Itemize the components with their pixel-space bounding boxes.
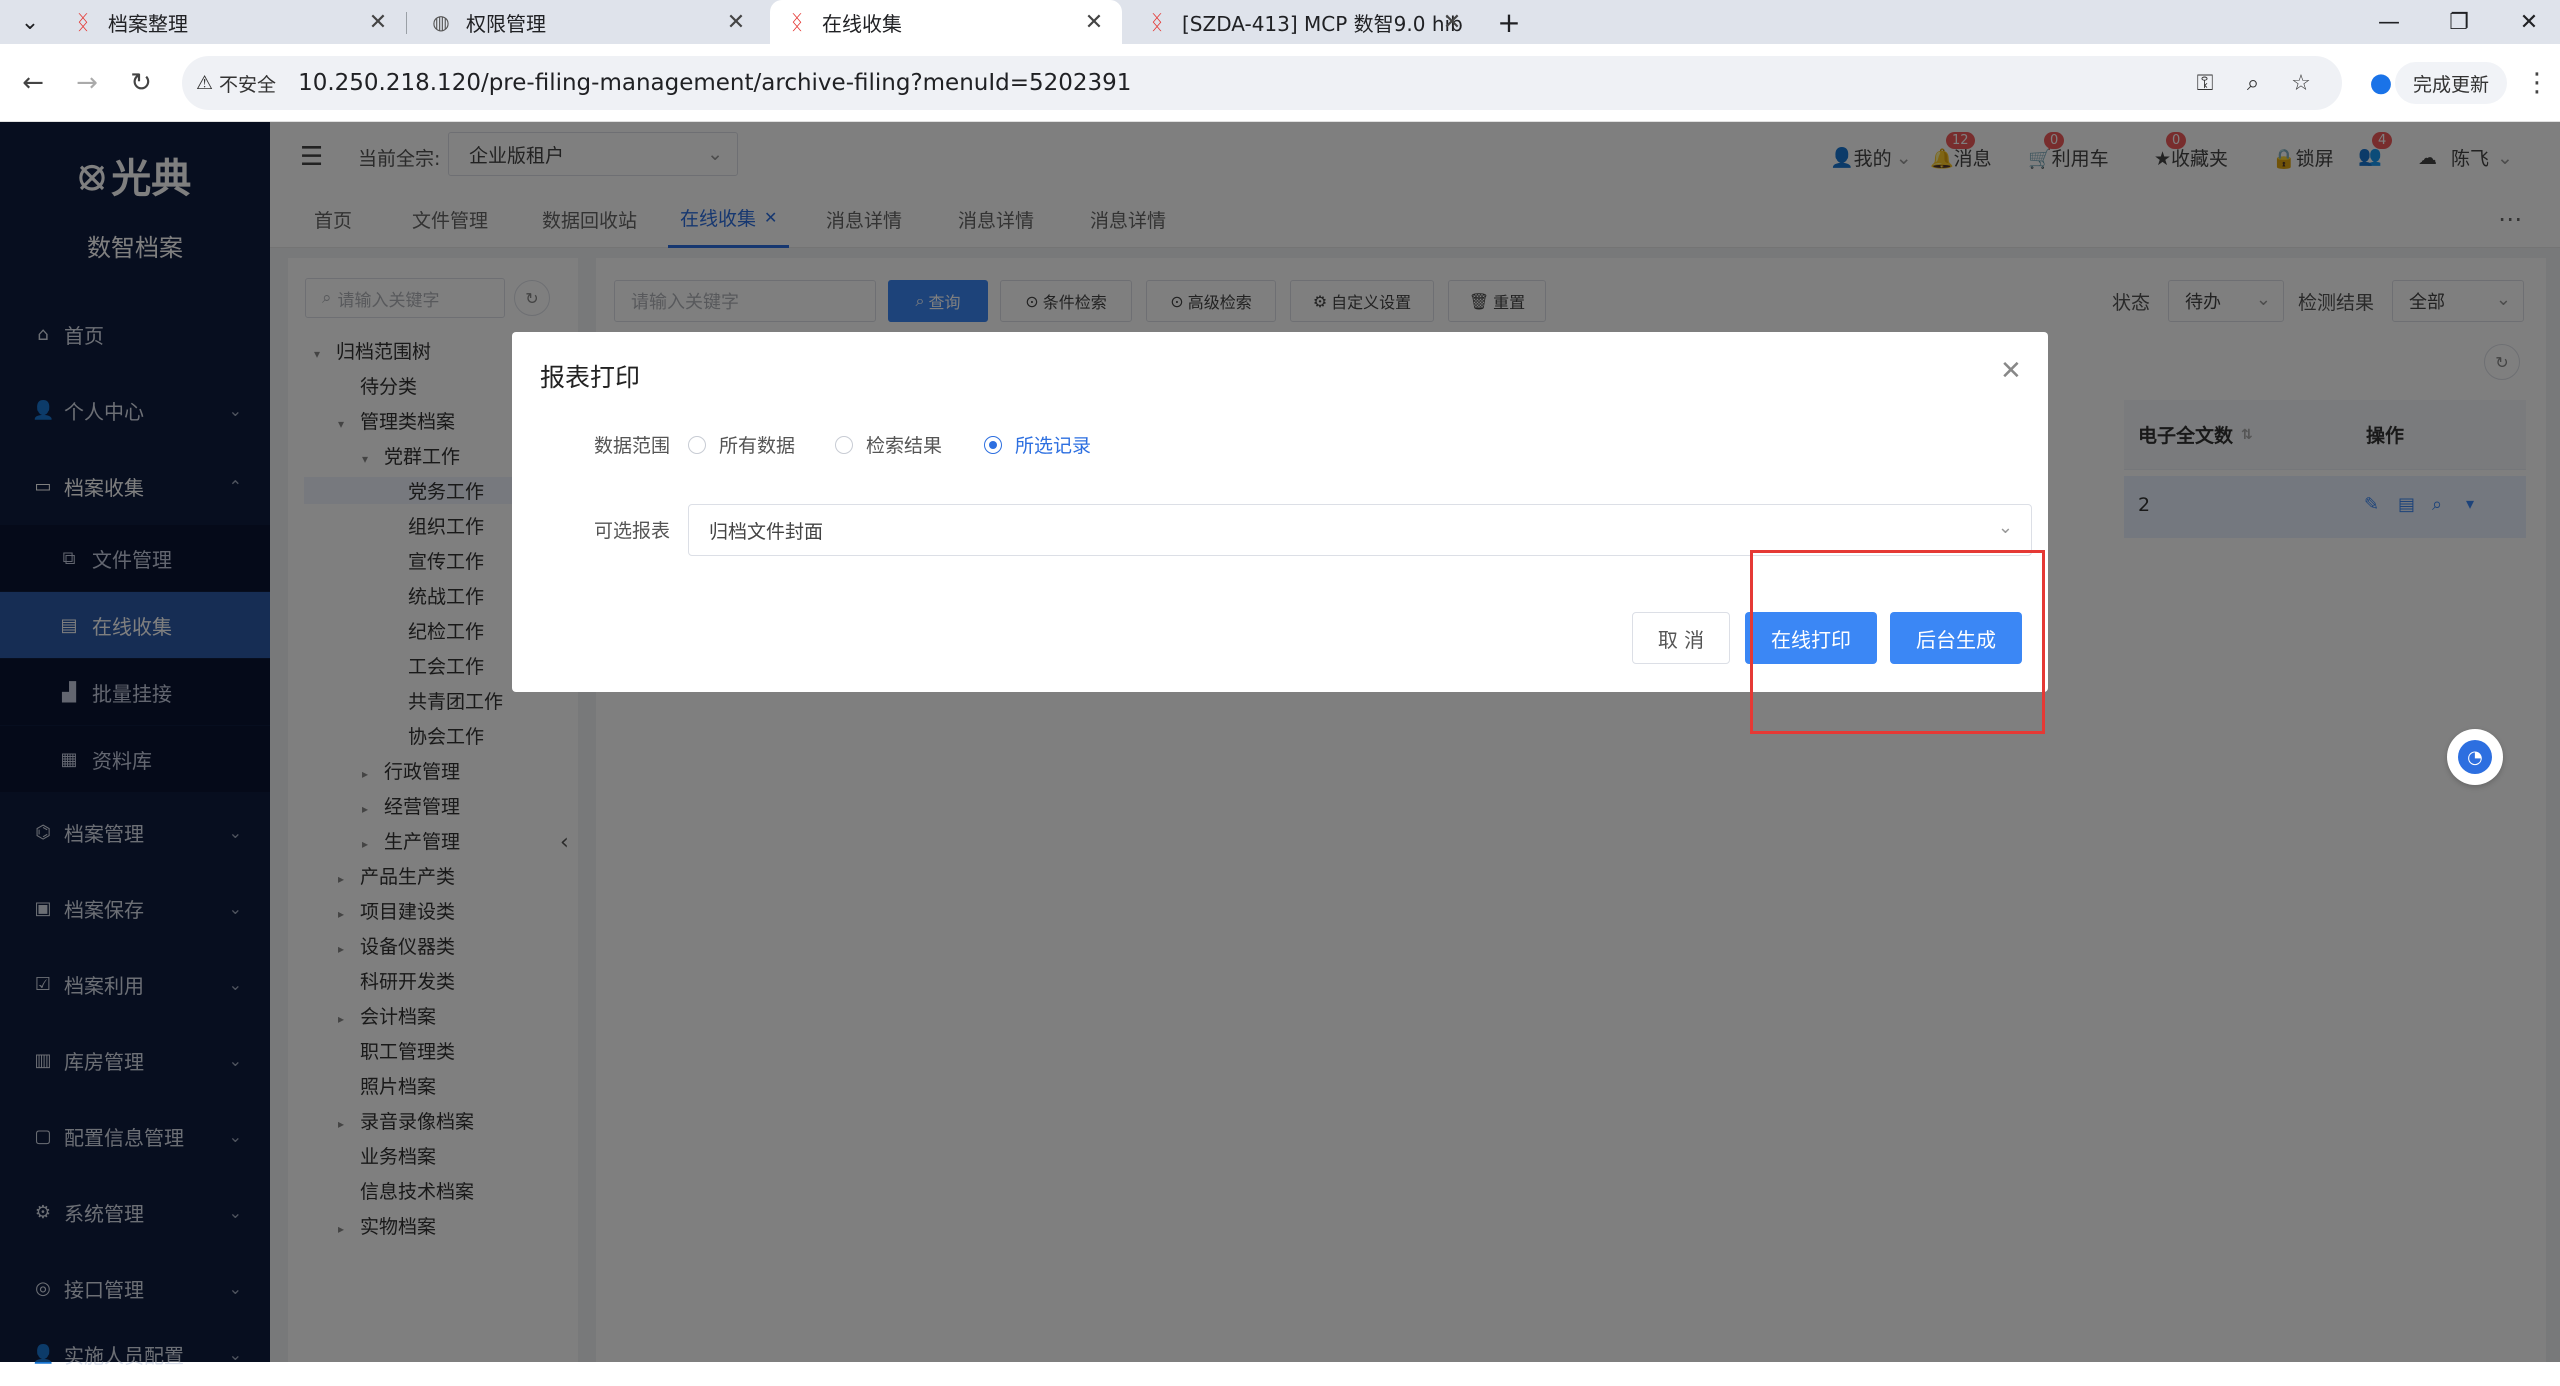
restore-icon[interactable]: ❐ bbox=[2424, 0, 2494, 44]
globe-icon: ◍ bbox=[432, 10, 450, 34]
radio-circle bbox=[835, 435, 853, 454]
radio-circle bbox=[984, 435, 1002, 454]
minimize-icon[interactable]: — bbox=[2354, 0, 2424, 44]
radio-label: 检索结果 bbox=[866, 435, 943, 457]
app-logo-icon: ᛝ bbox=[77, 10, 89, 34]
radio-all-data[interactable]: 所有数据 bbox=[688, 431, 795, 458]
radio-selected-records[interactable]: 所选记录 bbox=[984, 431, 1091, 458]
highlight-annotation-box bbox=[1750, 550, 2045, 734]
zoom-icon[interactable]: ⌕ bbox=[2240, 70, 2266, 96]
warning-icon: ⚠ bbox=[196, 72, 214, 94]
browser-tab-1[interactable]: ᛝ 档案整理 ✕ bbox=[56, 0, 406, 44]
browser-tabstrip: ⌄ ᛝ 档案整理 ✕ ◍ 权限管理 ✕ ᛝ 在线收集 ✕ ᛝ [SZDA-413… bbox=[0, 0, 2560, 44]
close-tab-icon[interactable]: ✕ bbox=[1080, 8, 1108, 36]
radio-label: 所有数据 bbox=[719, 435, 796, 457]
close-icon[interactable]: ✕ bbox=[2000, 356, 2022, 386]
app-logo-icon: ᛝ bbox=[1151, 10, 1163, 34]
cancel-label: 取 消 bbox=[1657, 627, 1705, 652]
assistant-float-button[interactable]: ◔ bbox=[2447, 729, 2503, 785]
security-label: 不安全 bbox=[219, 73, 277, 96]
dialog-title: 报表打印 bbox=[540, 363, 641, 392]
update-button[interactable]: 完成更新 bbox=[2395, 62, 2508, 104]
report-select[interactable]: 归档文件封面 ⌄ bbox=[688, 504, 2032, 556]
browser-tab-title: 权限管理 bbox=[466, 11, 546, 36]
new-tab-icon[interactable]: + bbox=[1474, 0, 1544, 44]
close-tab-icon[interactable]: ✕ bbox=[722, 8, 750, 36]
radio-circle bbox=[688, 435, 706, 454]
radio-label: 所选记录 bbox=[1015, 435, 1092, 457]
app-logo-icon: ᛝ bbox=[791, 10, 803, 34]
browser-tab-title: 在线收集 bbox=[822, 11, 902, 36]
modal-mask bbox=[0, 122, 2560, 1362]
tab-separator bbox=[406, 12, 407, 34]
browser-tab-title: 档案整理 bbox=[108, 11, 188, 36]
report-label: 可选报表 bbox=[594, 520, 671, 542]
close-window-icon[interactable]: ✕ bbox=[2494, 0, 2560, 44]
security-indicator[interactable]: ⚠ 不安全 bbox=[196, 70, 276, 97]
update-label: 完成更新 bbox=[2413, 73, 2490, 96]
chat-icon: ◔ bbox=[2458, 740, 2492, 774]
data-range-label: 数据范围 bbox=[594, 435, 671, 457]
browser-tab-2[interactable]: ◍ 权限管理 ✕ bbox=[414, 0, 764, 44]
close-tab-icon[interactable]: ✕ bbox=[364, 8, 392, 36]
cancel-button[interactable]: 取 消 bbox=[1632, 612, 1730, 664]
radio-search-results[interactable]: 检索结果 bbox=[835, 431, 942, 458]
browser-menu-icon[interactable]: ⋮ bbox=[2518, 64, 2556, 102]
close-tab-icon[interactable]: ✕ bbox=[1438, 8, 1466, 36]
tab-search-chevron-icon[interactable]: ⌄ bbox=[0, 0, 60, 44]
browser-tab-3-active[interactable]: ᛝ 在线收集 ✕ bbox=[770, 0, 1122, 44]
key-icon[interactable]: ⚿ bbox=[2192, 70, 2218, 96]
forward-icon[interactable]: → bbox=[68, 64, 106, 102]
chevron-down-icon: ⌄ bbox=[1997, 517, 2013, 538]
address-bar[interactable]: ⚠ 不安全 10.250.218.120/pre-filing-manageme… bbox=[182, 56, 2342, 110]
reload-icon[interactable]: ↻ bbox=[122, 64, 160, 102]
browser-tab-title: [SZDA-413] MCP 数智9.0 hib bbox=[1182, 11, 1462, 36]
report-value: 归档文件封面 bbox=[709, 520, 824, 543]
browser-tab-4[interactable]: ᛝ [SZDA-413] MCP 数智9.0 hib ✕ bbox=[1130, 0, 1480, 44]
bookmark-star-icon[interactable]: ☆ bbox=[2288, 70, 2314, 96]
url-text[interactable]: 10.250.218.120/pre-filing-management/arc… bbox=[298, 70, 1131, 96]
back-icon[interactable]: ← bbox=[14, 64, 52, 102]
browser-toolbar: ← → ↻ ⚠ 不安全 10.250.218.120/pre-filing-ma… bbox=[0, 44, 2560, 122]
